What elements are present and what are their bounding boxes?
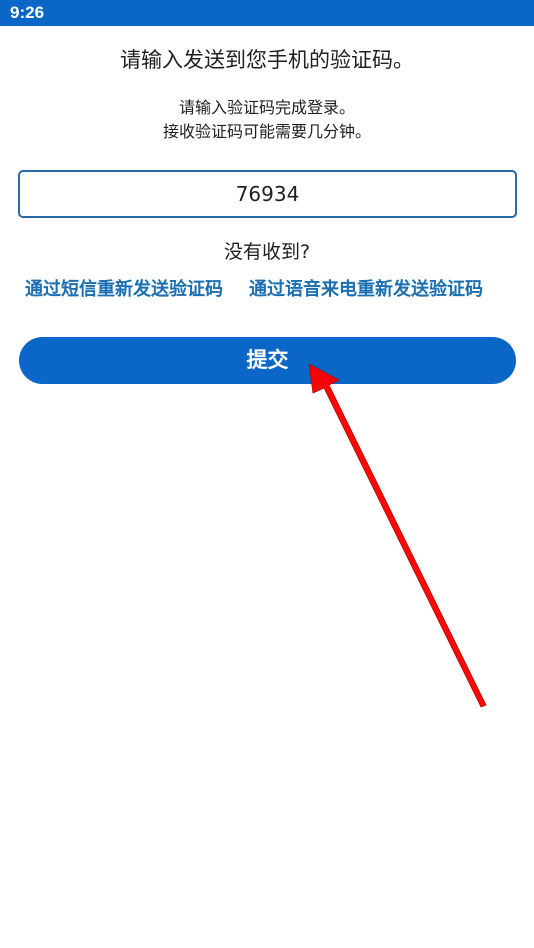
verification-code-input[interactable] <box>18 170 517 218</box>
submit-button[interactable]: 提交 <box>19 337 516 384</box>
page-title: 请输入发送到您手机的验证码。 <box>120 48 414 72</box>
not-received-label: 没有收到? <box>223 241 311 263</box>
instructions: 请输入验证码完成登录。 接收验证码可能需要几分钟。 <box>0 96 534 144</box>
instruction-line-1: 请输入验证码完成登录。 <box>178 98 355 117</box>
instruction-line-2: 接收验证码可能需要几分钟。 <box>162 122 371 141</box>
status-bar: 9:26 <box>0 0 534 26</box>
resend-sms-link[interactable]: 通过短信重新发送验证码 <box>25 275 223 301</box>
status-time: 9:26 <box>10 3 45 22</box>
resend-voice-link[interactable]: 通过语音来电重新发送验证码 <box>249 275 483 301</box>
